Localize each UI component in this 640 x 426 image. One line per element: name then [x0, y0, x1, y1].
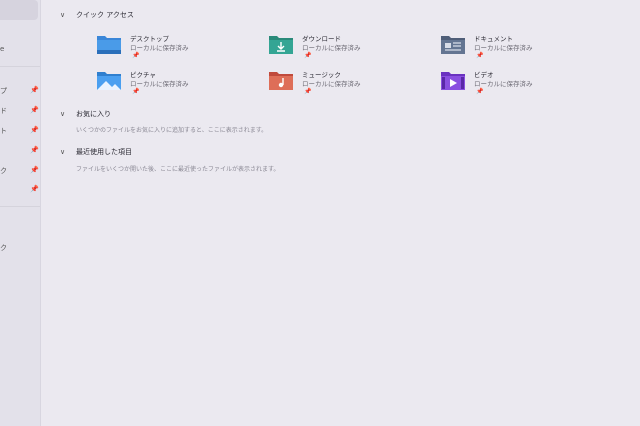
sidebar-item-network[interactable]: ク: [0, 243, 40, 255]
pin-icon: 📌: [30, 166, 39, 174]
favorites-empty-message: いくつかのファイルをお気に入りに追加すると、ここに表示されます。: [76, 127, 268, 134]
sidebar-item-label: ト: [0, 127, 7, 135]
chevron-down-icon: ∨: [60, 11, 66, 19]
sidebar-item-label: ク: [0, 244, 7, 252]
quick-access-item-downloads[interactable]: ダウンロード ローカルに保存済み 📌: [268, 33, 428, 61]
pin-icon: 📌: [132, 52, 140, 59]
pin-icon: 📌: [30, 106, 39, 114]
pin-icon: 📌: [30, 185, 39, 193]
pin-icon: 📌: [30, 86, 39, 94]
item-status: ローカルに保存済み: [474, 44, 533, 52]
quick-access-item-pictures[interactable]: ピクチャ ローカルに保存済み 📌: [96, 69, 256, 97]
sidebar-item-label: プ: [0, 87, 7, 95]
sidebar-item-pictures[interactable]: 📌: [0, 146, 40, 158]
pin-icon: 📌: [304, 52, 312, 59]
pictures-folder-icon: [97, 72, 121, 90]
pin-icon: 📌: [476, 52, 484, 59]
favorites-header[interactable]: ∨ お気に入り: [60, 107, 111, 121]
section-title: お気に入り: [76, 110, 111, 118]
chevron-down-icon: ∨: [60, 110, 66, 118]
item-status: ローカルに保存済み: [130, 80, 189, 88]
downloads-folder-icon: [269, 36, 293, 54]
desktop-folder-icon: [97, 36, 121, 54]
sidebar-item-music[interactable]: ク 📌: [0, 166, 40, 178]
pin-icon: 📌: [30, 126, 39, 134]
section-title: クイック アクセス: [76, 11, 134, 19]
videos-folder-icon: [441, 72, 465, 90]
navigation-pane: e プ 📌 ド 📌 ト 📌 📌 ク 📌 📌 ク: [0, 0, 41, 426]
section-title: 最近使用した項目: [76, 148, 132, 156]
sidebar-item-desktop[interactable]: プ 📌: [0, 86, 40, 98]
chevron-down-icon: ∨: [60, 148, 66, 156]
recent-empty-message: ファイルをいくつか開いた後、ここに最近使ったファイルが表示されます。: [76, 166, 280, 173]
sidebar-item-label: ク: [0, 167, 7, 175]
item-status: ローカルに保存済み: [130, 44, 189, 52]
music-folder-icon: [269, 72, 293, 90]
sidebar-divider: [0, 66, 40, 67]
sidebar-item-label: e: [0, 45, 5, 53]
quick-access-item-documents[interactable]: ドキュメント ローカルに保存済み 📌: [440, 33, 600, 61]
quick-access-item-videos[interactable]: ビデオ ローカルに保存済み 📌: [440, 69, 600, 97]
item-status: ローカルに保存済み: [302, 80, 361, 88]
documents-folder-icon: [441, 36, 465, 54]
recent-header[interactable]: ∨ 最近使用した項目: [60, 145, 132, 159]
sidebar-item-label: ド: [0, 107, 7, 115]
pin-icon: 📌: [132, 88, 140, 95]
item-status: ローカルに保存済み: [302, 44, 361, 52]
quick-access-header[interactable]: ∨ クイック アクセス: [60, 8, 134, 22]
sidebar-selected-item[interactable]: [0, 0, 38, 20]
pin-icon: 📌: [304, 88, 312, 95]
sidebar-item-videos[interactable]: 📌: [0, 185, 40, 197]
sidebar-item-downloads[interactable]: ド 📌: [0, 106, 40, 118]
quick-access-item-music[interactable]: ミュージック ローカルに保存済み 📌: [268, 69, 428, 97]
pin-icon: 📌: [30, 146, 39, 154]
quick-access-item-desktop[interactable]: デスクトップ ローカルに保存済み 📌: [96, 33, 256, 61]
content-pane: ∨ クイック アクセス デスクトップ ローカルに保存済み 📌 ダウンロード ロー…: [40, 0, 640, 426]
sidebar-item-documents[interactable]: ト 📌: [0, 126, 40, 138]
sidebar-item-onedrive[interactable]: e: [0, 45, 40, 57]
item-status: ローカルに保存済み: [474, 80, 533, 88]
sidebar-divider: [0, 206, 40, 207]
pin-icon: 📌: [476, 88, 484, 95]
